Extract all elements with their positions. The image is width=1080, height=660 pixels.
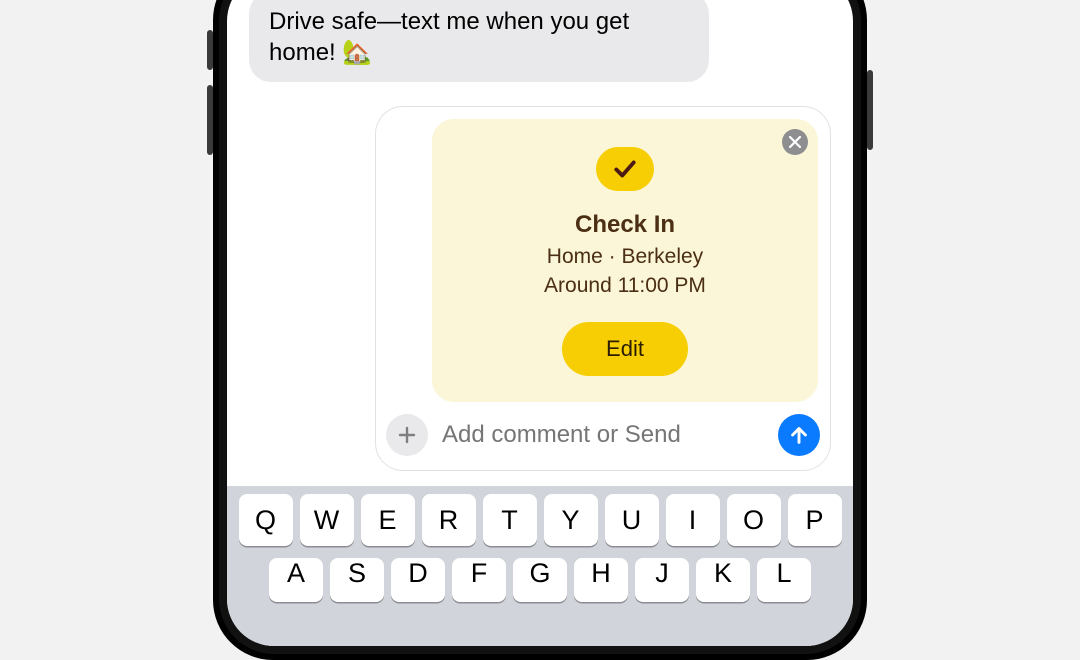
key-h[interactable]: H — [574, 558, 628, 602]
checkin-badge — [596, 147, 654, 191]
checkin-card: Check In Home · Berkeley Around 11:00 PM… — [432, 119, 818, 402]
incoming-message-bubble[interactable]: Drive safe—text me when you get home! 🏡 — [249, 0, 709, 82]
keyboard-row-1: QWERTYUIOP — [233, 494, 847, 546]
incoming-message-text: Drive safe—text me when you get home! 🏡 — [269, 8, 629, 66]
key-l[interactable]: L — [757, 558, 811, 602]
phone-frame: Drive safe—text me when you get home! 🏡 — [213, 0, 867, 660]
key-r[interactable]: R — [422, 494, 476, 546]
key-g[interactable]: G — [513, 558, 567, 602]
key-o[interactable]: O — [727, 494, 781, 546]
phone-inner-frame: Drive safe—text me when you get home! 🏡 — [219, 0, 861, 654]
checkin-attachment: Check In Home · Berkeley Around 11:00 PM… — [375, 106, 831, 471]
messages-area: Drive safe—text me when you get home! 🏡 — [227, 0, 853, 486]
key-k[interactable]: K — [696, 558, 750, 602]
key-w[interactable]: W — [300, 494, 354, 546]
key-d[interactable]: D — [391, 558, 445, 602]
arrow-up-icon — [788, 424, 810, 446]
key-y[interactable]: Y — [544, 494, 598, 546]
checkin-title: Check In — [575, 211, 675, 239]
keyboard: QWERTYUIOP ASDFGHJKL — [227, 486, 853, 646]
key-a[interactable]: A — [269, 558, 323, 602]
key-q[interactable]: Q — [239, 494, 293, 546]
checkin-edit-button[interactable]: Edit — [562, 322, 688, 376]
keyboard-row-2: ASDFGHJKL — [233, 558, 847, 602]
key-i[interactable]: I — [666, 494, 720, 546]
phone-screen: Drive safe—text me when you get home! 🏡 — [227, 0, 853, 646]
checkin-time-line: Around 11:00 PM — [544, 272, 706, 300]
close-icon — [789, 136, 801, 148]
compose-row — [376, 402, 830, 470]
side-button-left-2 — [207, 85, 213, 155]
key-u[interactable]: U — [605, 494, 659, 546]
checkin-close-button[interactable] — [782, 129, 808, 155]
side-button-right — [867, 70, 873, 150]
add-attachment-button[interactable] — [386, 414, 428, 456]
checkmark-icon — [612, 156, 638, 182]
side-button-left-1 — [207, 30, 213, 70]
key-e[interactable]: E — [361, 494, 415, 546]
key-f[interactable]: F — [452, 558, 506, 602]
key-s[interactable]: S — [330, 558, 384, 602]
send-button[interactable] — [778, 414, 820, 456]
key-p[interactable]: P — [788, 494, 842, 546]
checkin-location-line: Home · Berkeley — [547, 243, 703, 271]
compose-input[interactable] — [438, 415, 768, 455]
plus-icon — [398, 426, 416, 444]
key-j[interactable]: J — [635, 558, 689, 602]
key-t[interactable]: T — [483, 494, 537, 546]
